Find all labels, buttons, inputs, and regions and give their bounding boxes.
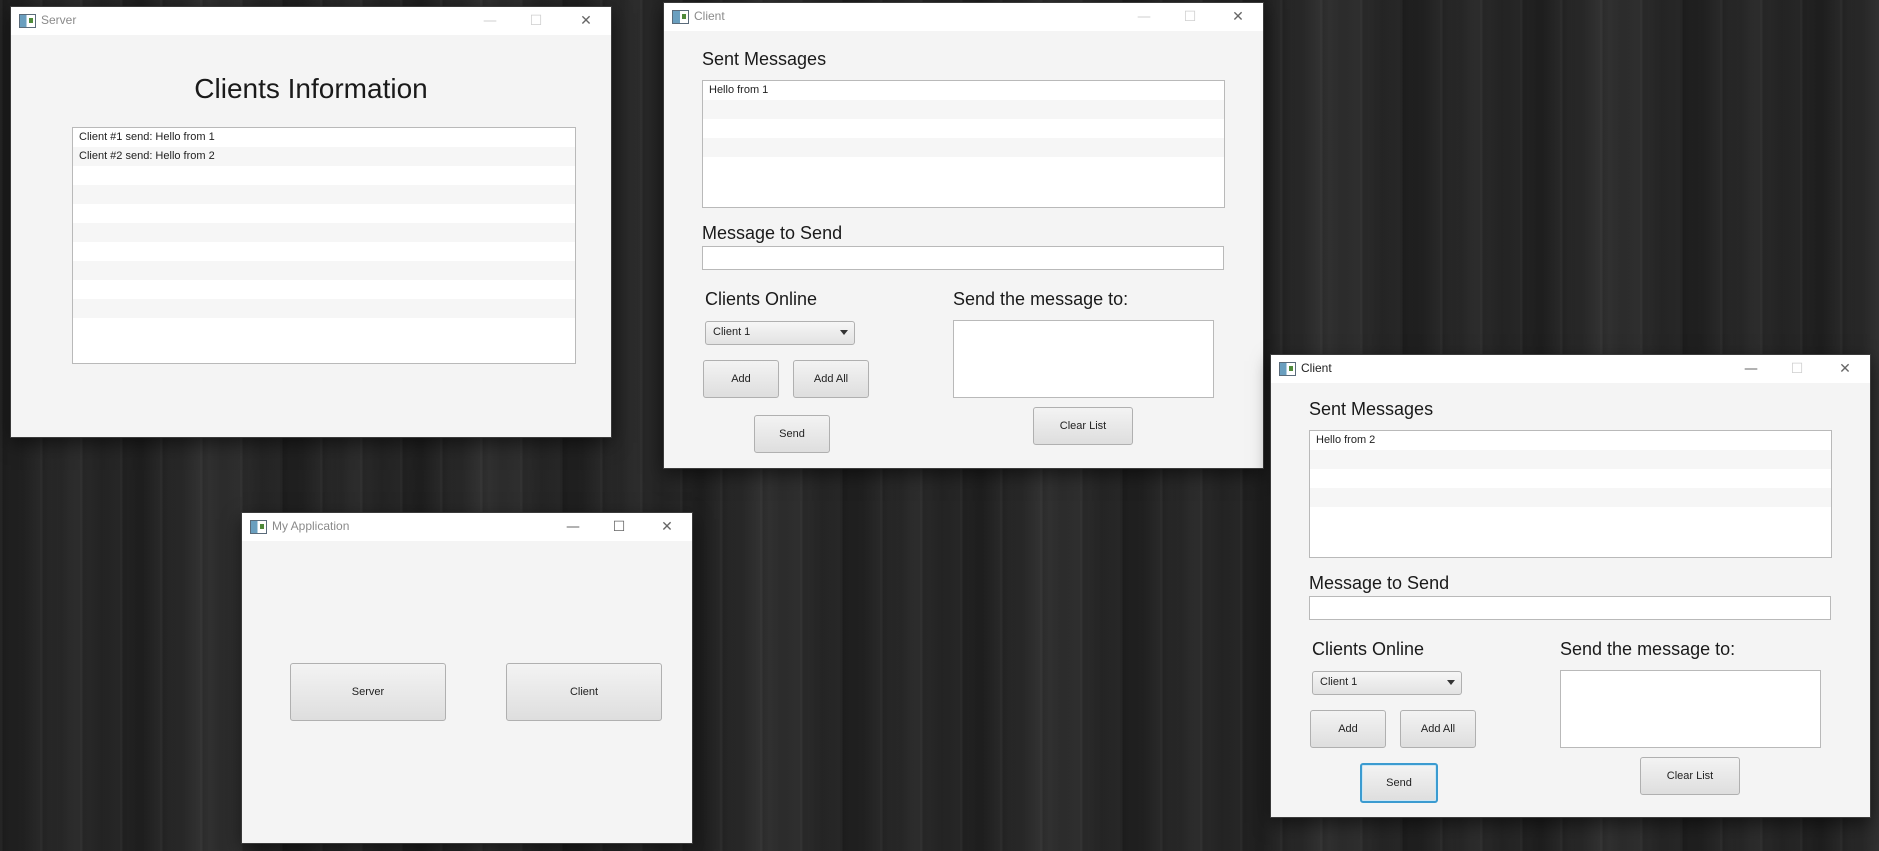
- close-icon[interactable]: ✕: [1834, 359, 1856, 379]
- app-icon: [1279, 362, 1296, 376]
- app-icon: [672, 10, 689, 24]
- server-titlebar[interactable]: Server — ☐ ✕: [11, 7, 611, 35]
- add-all-button[interactable]: Add All: [793, 360, 869, 398]
- close-icon[interactable]: ✕: [1227, 7, 1249, 27]
- list-item[interactable]: [1310, 488, 1831, 507]
- clients-online-dropdown[interactable]: Client 1: [705, 321, 855, 345]
- app-icon: [19, 14, 36, 28]
- server-button[interactable]: Server: [290, 663, 446, 721]
- window-title: Client: [1301, 361, 1332, 375]
- window-title: Server: [41, 13, 77, 27]
- list-item[interactable]: [1310, 507, 1831, 526]
- clear-list-button[interactable]: Clear List: [1640, 757, 1740, 795]
- list-item[interactable]: [1310, 450, 1831, 469]
- chevron-down-icon: [840, 330, 848, 335]
- message-to-send-label: Message to Send: [702, 223, 843, 243]
- minimize-icon[interactable]: —: [1740, 359, 1762, 379]
- maximize-icon[interactable]: ☐: [608, 517, 630, 537]
- send-to-label: Send the message to:: [953, 289, 1129, 309]
- close-icon[interactable]: ✕: [575, 11, 597, 31]
- clear-list-button[interactable]: Clear List: [1033, 407, 1133, 445]
- app-titlebar[interactable]: My Application — ☐ ✕: [242, 513, 692, 541]
- list-item[interactable]: [703, 100, 1224, 119]
- list-item[interactable]: [703, 119, 1224, 138]
- maximize-icon[interactable]: ☐: [1179, 7, 1201, 27]
- list-item[interactable]: Client #2 send: Hello from 2: [73, 147, 575, 166]
- maximize-icon[interactable]: ☐: [525, 11, 547, 31]
- close-icon[interactable]: ✕: [656, 517, 678, 537]
- clients-information-heading: Clients Information: [194, 73, 428, 104]
- clients-online-label: Clients Online: [705, 289, 818, 309]
- window-title: My Application: [272, 519, 350, 533]
- send-to-label: Send the message to:: [1560, 639, 1736, 659]
- list-item[interactable]: [73, 299, 575, 318]
- list-item[interactable]: [73, 223, 575, 242]
- sent-messages-list[interactable]: Hello from 2: [1309, 430, 1832, 558]
- list-item[interactable]: [1310, 469, 1831, 488]
- recipients-list[interactable]: [1560, 670, 1821, 748]
- app-icon: [250, 520, 267, 534]
- sent-messages-list[interactable]: Hello from 1: [702, 80, 1225, 208]
- sent-messages-label: Sent Messages: [1309, 399, 1434, 419]
- list-item[interactable]: Client #1 send: Hello from 1: [73, 128, 575, 147]
- chevron-down-icon: [1447, 680, 1455, 685]
- list-item[interactable]: Hello from 1: [703, 81, 1224, 100]
- add-all-button[interactable]: Add All: [1400, 710, 1476, 748]
- add-button[interactable]: Add: [703, 360, 779, 398]
- minimize-icon[interactable]: —: [562, 517, 584, 537]
- clients-online-label: Clients Online: [1312, 639, 1425, 659]
- recipients-list[interactable]: [953, 320, 1214, 398]
- list-item[interactable]: [73, 166, 575, 185]
- list-item[interactable]: [73, 242, 575, 261]
- client-window-1: Client — ☐ ✕ Sent Messages Hello from 1 …: [664, 3, 1263, 468]
- my-application-window: My Application — ☐ ✕ Server Client: [242, 513, 692, 843]
- maximize-icon[interactable]: ☐: [1786, 359, 1808, 379]
- dropdown-selected-value: Client 1: [1320, 676, 1358, 688]
- client-window-2: Client — ☐ ✕ Sent Messages Hello from 2 …: [1271, 355, 1870, 817]
- message-input[interactable]: [1309, 596, 1831, 620]
- list-item[interactable]: [73, 280, 575, 299]
- message-to-send-label: Message to Send: [1309, 573, 1450, 593]
- client-titlebar[interactable]: Client — ☐ ✕: [664, 3, 1263, 31]
- window-title: Client: [694, 9, 725, 23]
- list-item[interactable]: [73, 204, 575, 223]
- minimize-icon[interactable]: —: [479, 11, 501, 31]
- client-button[interactable]: Client: [506, 663, 662, 721]
- server-window: Server — ☐ ✕ Clients Information Client …: [11, 7, 611, 437]
- send-button[interactable]: Send: [754, 415, 830, 453]
- list-item[interactable]: [73, 185, 575, 204]
- add-button[interactable]: Add: [1310, 710, 1386, 748]
- dropdown-selected-value: Client 1: [713, 326, 751, 338]
- message-input[interactable]: [702, 246, 1224, 270]
- list-item[interactable]: [703, 138, 1224, 157]
- client-titlebar[interactable]: Client — ☐ ✕: [1271, 355, 1870, 383]
- minimize-icon[interactable]: —: [1133, 7, 1155, 27]
- clients-info-list[interactable]: Client #1 send: Hello from 1 Client #2 se…: [72, 127, 576, 364]
- sent-messages-label: Sent Messages: [702, 49, 827, 69]
- send-button[interactable]: Send: [1360, 763, 1438, 803]
- list-item[interactable]: [703, 157, 1224, 176]
- list-item[interactable]: Hello from 2: [1310, 431, 1831, 450]
- list-item[interactable]: [73, 261, 575, 280]
- clients-online-dropdown[interactable]: Client 1: [1312, 671, 1462, 695]
